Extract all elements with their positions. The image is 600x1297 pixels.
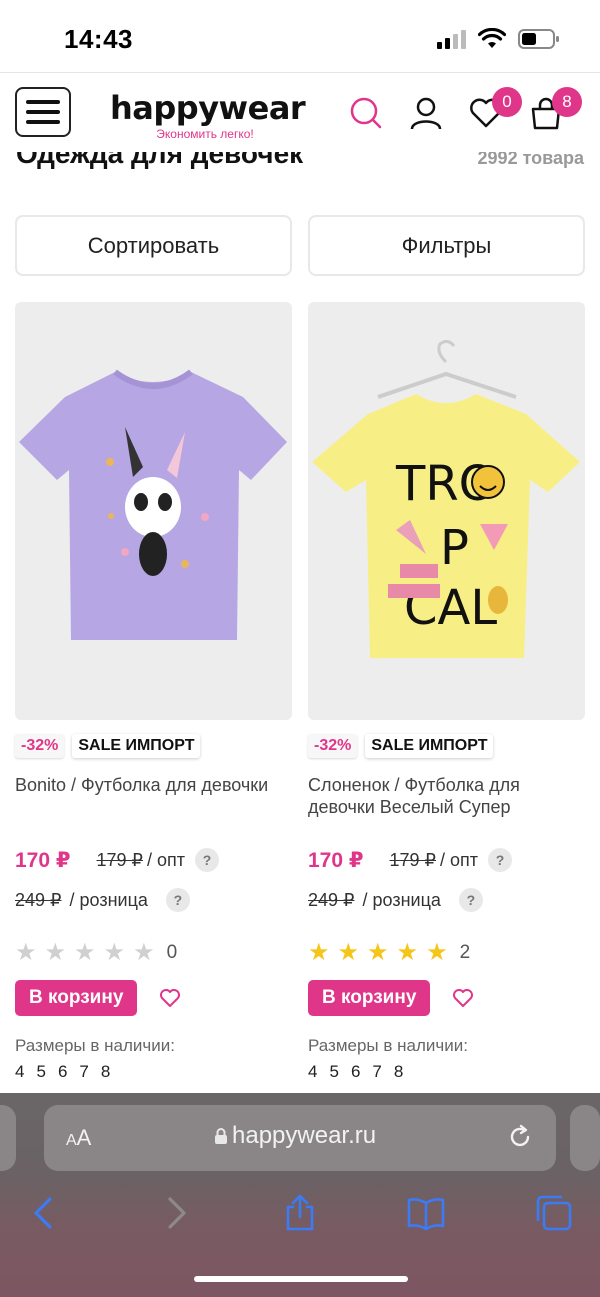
add-to-cart-button[interactable]: В корзину — [15, 980, 138, 1016]
reader-aa-button[interactable]: AA — [66, 1125, 91, 1151]
retail-price: 249 ₽ — [15, 889, 62, 910]
star-icon: ★ — [103, 939, 126, 966]
product-image[interactable]: TRO P CAL — [308, 302, 585, 720]
star-icon: ★ — [337, 939, 360, 966]
bookmarks-icon[interactable] — [406, 1193, 446, 1233]
tabs-icon[interactable] — [534, 1193, 574, 1233]
address-bar[interactable]: AA happywear.ru — [44, 1105, 556, 1171]
cart-badge: 8 — [552, 87, 582, 117]
status-bar: 14:43 — [0, 0, 600, 72]
prev-tab-edge[interactable] — [0, 1105, 16, 1171]
menu-button[interactable] — [15, 87, 71, 137]
size-option[interactable]: 5 — [329, 1062, 338, 1082]
size-option[interactable]: 7 — [79, 1062, 88, 1082]
favorites-badge: 0 — [492, 87, 522, 117]
safari-toolbar: AA happywear.ru — [0, 1093, 600, 1297]
review-count: 2 — [459, 942, 471, 963]
star-icon: ★ — [426, 939, 448, 966]
tshirt-image — [19, 369, 287, 640]
sizes-list: 4 5 6 7 8 — [308, 1062, 585, 1082]
search-icon[interactable] — [348, 95, 384, 131]
size-option[interactable]: 6 — [351, 1062, 360, 1082]
filter-button[interactable]: Фильтры — [308, 215, 585, 276]
menu-icon-bar — [26, 100, 60, 104]
opt-label: / опт — [439, 849, 478, 870]
size-option[interactable]: 4 — [15, 1062, 24, 1082]
size-option[interactable]: 7 — [372, 1062, 381, 1082]
old-price: 179 ₽ — [96, 849, 143, 870]
sizes-list: 4 5 6 7 8 — [15, 1062, 292, 1082]
wholesale-price: 170 ₽ — [308, 848, 364, 872]
favorite-heart-icon[interactable] — [159, 987, 181, 1009]
size-option[interactable]: 8 — [394, 1062, 403, 1082]
star-icon: ★ — [15, 939, 37, 966]
retail-label: / розница — [69, 889, 148, 910]
site-header: happywear Экономить легко! 0 8 — [0, 72, 600, 152]
url-text: happywear.ru — [232, 1122, 377, 1149]
star-icon: ★ — [308, 939, 330, 966]
status-icons — [437, 28, 560, 50]
star-icon: ★ — [396, 939, 419, 966]
product-card[interactable]: TRO P CAL -32% SALE ИМПОРТ Слоненок / Фу… — [308, 302, 585, 1082]
sale-badge: SALE ИМПОРТ — [72, 734, 201, 758]
product-card[interactable]: -32% SALE ИМПОРТ Bonito / Футболка для д… — [15, 302, 292, 1082]
menu-icon-bar — [26, 120, 60, 124]
add-to-cart-button[interactable]: В корзину — [308, 980, 431, 1016]
cart-button[interactable]: 8 — [528, 87, 582, 135]
tshirt-image: TRO P CAL — [312, 339, 580, 658]
star-icon: ★ — [44, 939, 67, 966]
star-icon: ★ — [74, 939, 96, 966]
sizes-label: Размеры в наличии: — [308, 1036, 468, 1055]
back-icon[interactable] — [24, 1193, 64, 1233]
menu-icon-bar — [26, 110, 60, 114]
product-name[interactable]: Bonito / Футболка для девочки — [15, 774, 292, 834]
logo[interactable]: happywear Экономить легко! — [110, 89, 306, 141]
product-image[interactable] — [15, 302, 292, 720]
sizes-label: Размеры в наличии: — [15, 1036, 175, 1055]
next-tab-edge[interactable] — [570, 1105, 600, 1171]
status-time: 14:43 — [64, 24, 133, 54]
wifi-icon — [478, 28, 506, 48]
share-icon[interactable] — [280, 1193, 320, 1233]
help-icon[interactable]: ? — [458, 888, 483, 912]
favorites-button[interactable]: 0 — [468, 87, 522, 135]
lock-icon — [215, 1128, 227, 1144]
logo-text: happywear — [110, 89, 306, 127]
size-option[interactable]: 6 — [58, 1062, 67, 1082]
sort-button[interactable]: Сортировать — [15, 215, 292, 276]
wholesale-price: 170 ₽ — [15, 848, 71, 872]
rating: ★ ★ ★ ★ ★ 2 — [308, 938, 585, 968]
svg-text:P: P — [440, 520, 469, 576]
forward-icon[interactable] — [156, 1193, 196, 1233]
reload-icon[interactable] — [506, 1123, 534, 1151]
battery-icon — [518, 29, 559, 49]
logo-tagline: Экономить легко! — [156, 127, 254, 141]
signal-icon — [437, 29, 466, 49]
star-icon: ★ — [367, 939, 389, 966]
user-icon[interactable] — [408, 95, 444, 131]
home-indicator — [194, 1276, 408, 1282]
discount-badge: -32% — [15, 734, 65, 758]
help-icon[interactable]: ? — [195, 848, 219, 872]
retail-price: 249 ₽ — [308, 889, 355, 910]
star-icon: ★ — [133, 939, 155, 966]
old-price: 179 ₽ — [389, 849, 436, 870]
sale-badge: SALE ИМПОРТ — [365, 734, 494, 758]
help-icon[interactable]: ? — [488, 848, 512, 872]
size-option[interactable]: 8 — [101, 1062, 110, 1082]
product-name[interactable]: Слоненок / Футболка для девочки Веселый … — [308, 774, 585, 834]
opt-label: / опт — [146, 849, 185, 870]
favorite-heart-icon[interactable] — [452, 987, 474, 1009]
review-count: 0 — [166, 942, 178, 963]
size-option[interactable]: 5 — [36, 1062, 45, 1082]
size-option[interactable]: 4 — [308, 1062, 317, 1082]
url-display[interactable]: happywear.ru — [214, 1122, 376, 1150]
help-icon[interactable]: ? — [165, 888, 190, 912]
rating: ★ ★ ★ ★ ★ 0 — [15, 938, 292, 968]
discount-badge: -32% — [308, 734, 358, 758]
retail-label: / розница — [362, 889, 441, 910]
